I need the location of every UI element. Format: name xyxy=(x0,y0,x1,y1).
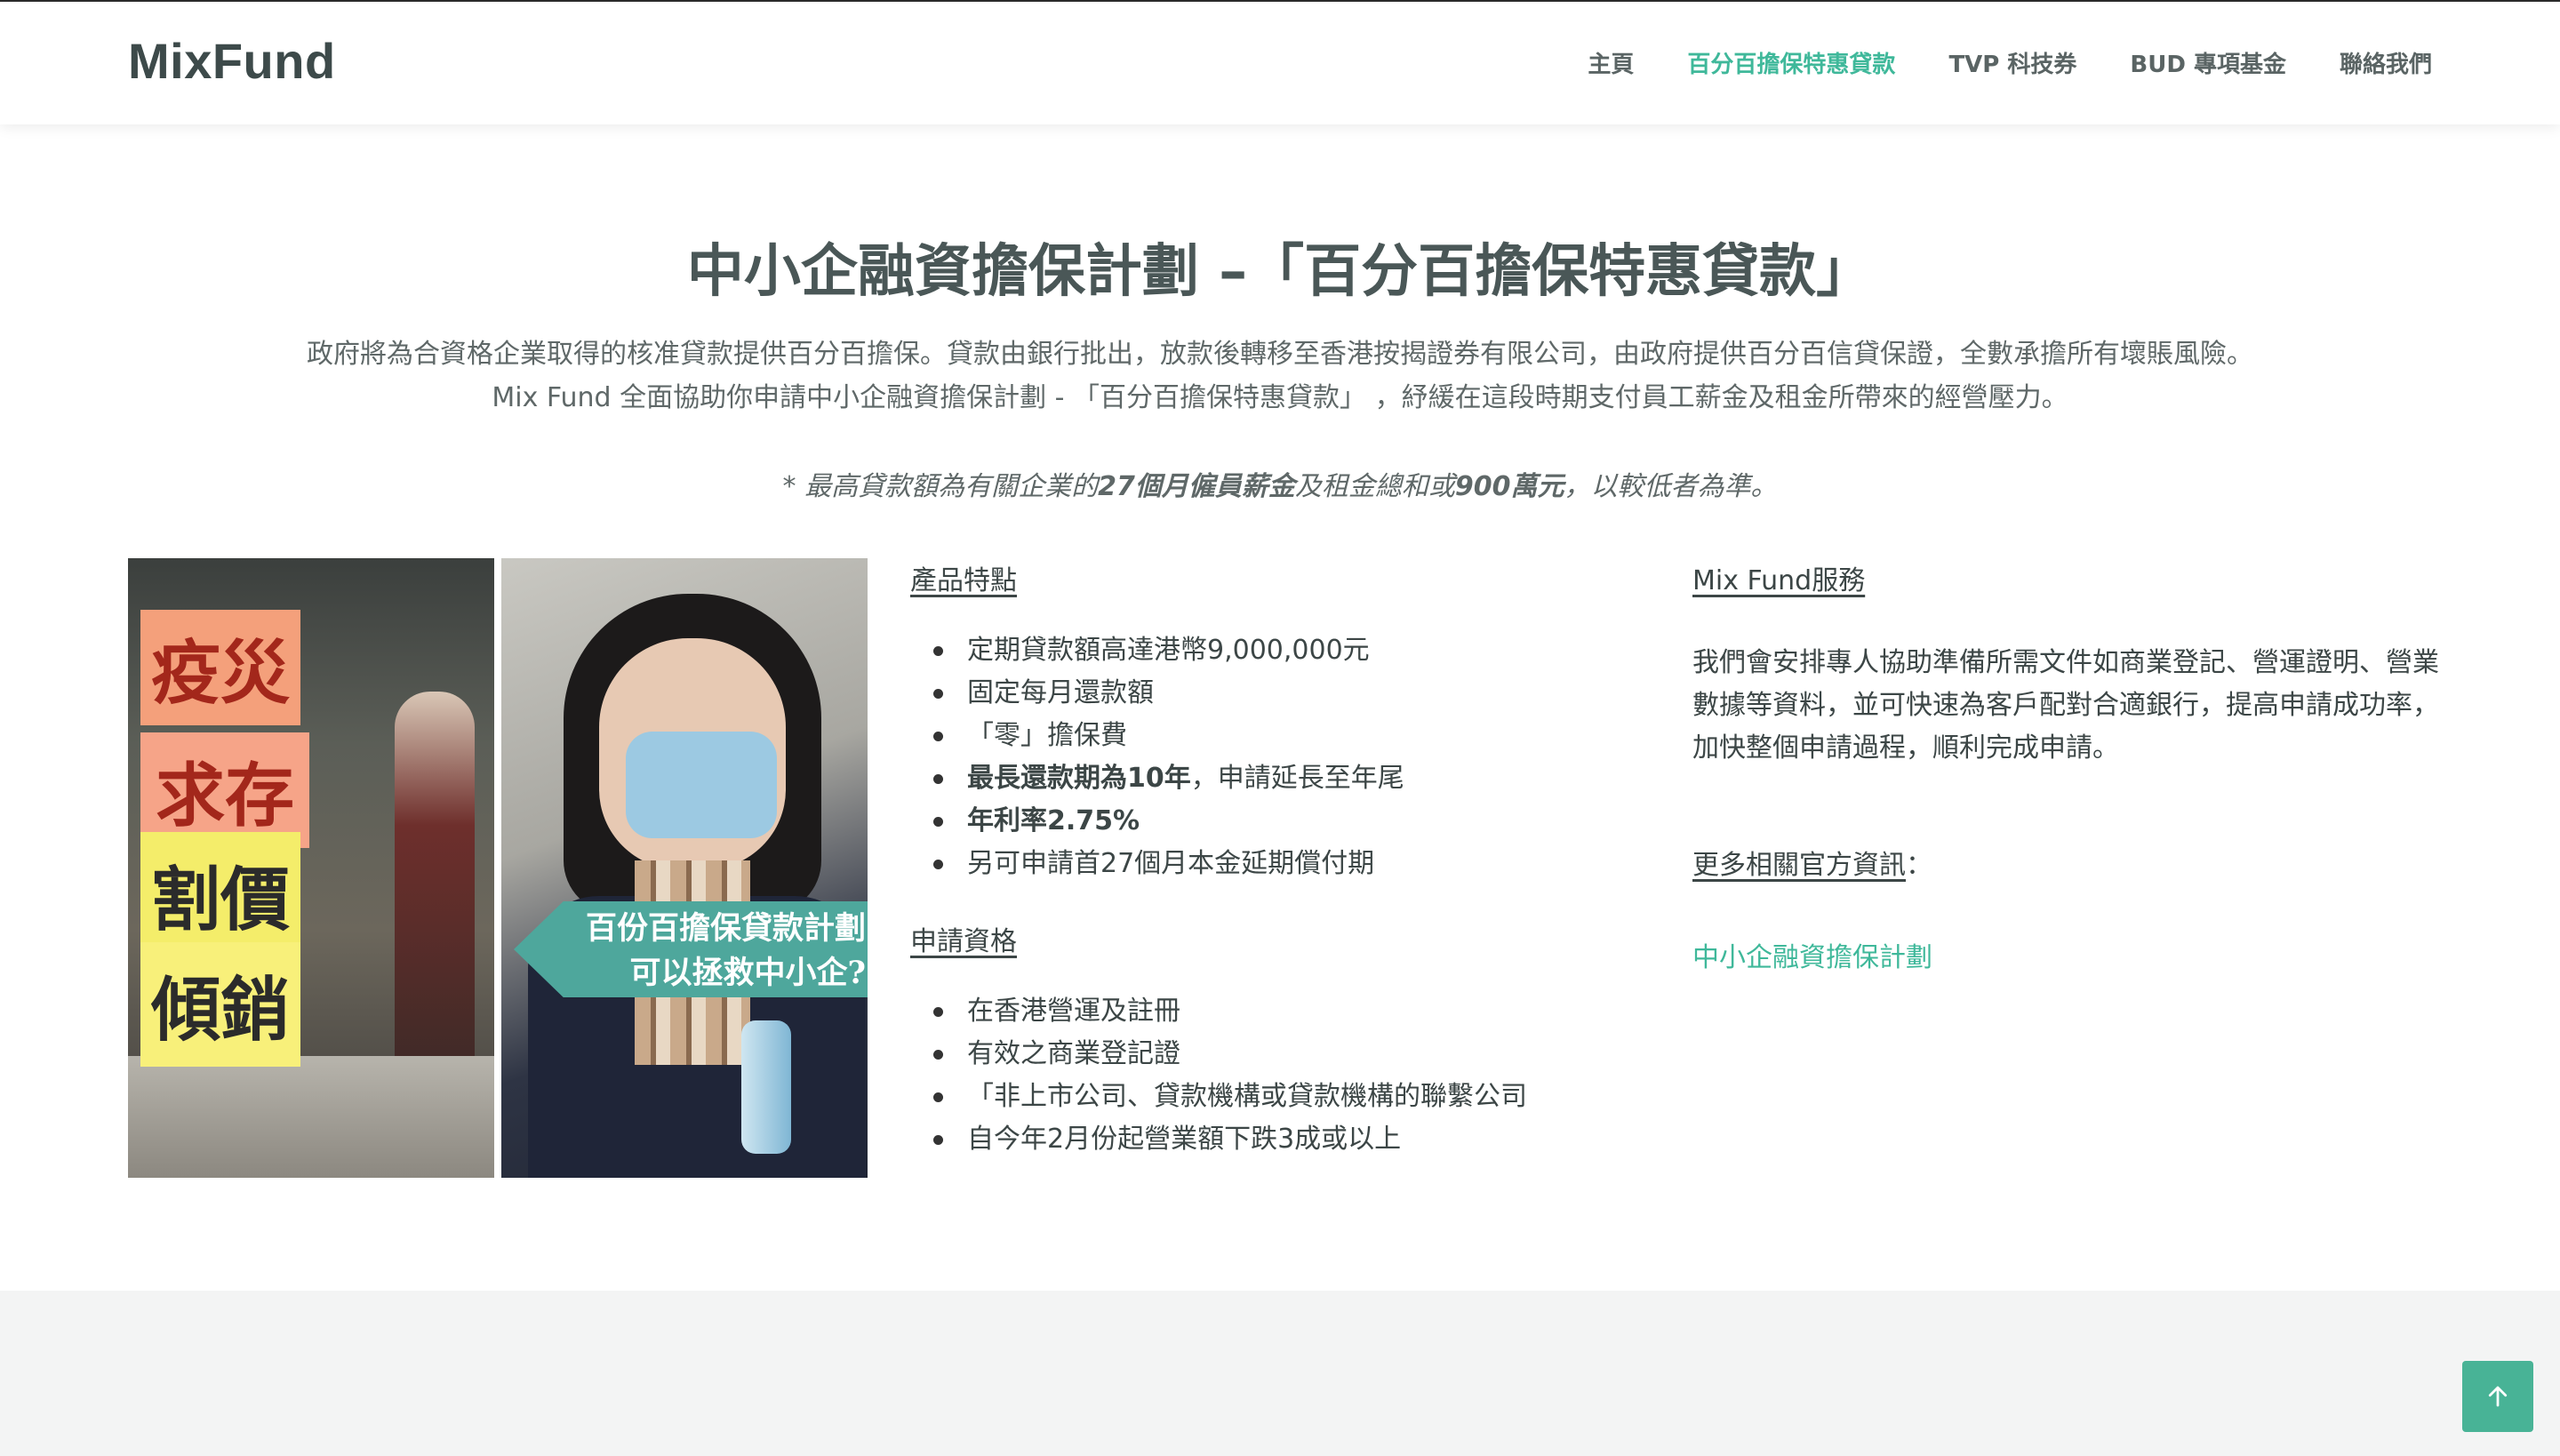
banner-line-2: 可以拯救中小企? xyxy=(629,955,866,991)
feature-text: 定期貸款額高達港幣9,000,000元 xyxy=(967,635,1370,666)
service-heading: Mix Fund服務 xyxy=(1692,565,1866,596)
more-info-colon: ： xyxy=(1906,850,1932,881)
eligibility-list: 在香港營運及註冊 有效之商業登記證 「非上市公司、貸款機構或貸款機構的聯繫公司 … xyxy=(910,990,1639,1161)
feature-bold: 最長還款期為10年 xyxy=(967,763,1191,794)
arrow-up-icon xyxy=(2488,1386,2508,1407)
mannequin-shape xyxy=(395,692,475,1074)
nav-bud[interactable]: BUD 專項基金 xyxy=(2130,46,2286,79)
list-item: 在香港營運及註冊 xyxy=(910,990,1639,1033)
feature-text: ，申請延長至年尾 xyxy=(1190,763,1404,794)
intro-text: 政府將為合資格企業取得的核准貸款提供百分百擔保。貸款由銀行批出，放款後轉移至香港… xyxy=(0,332,2560,420)
note-bold-salary: 27個月僱員薪金 xyxy=(1098,471,1295,502)
sign-1: 疫災 xyxy=(140,610,300,725)
shop-window-photo: 疫災 求存 割價 傾銷 xyxy=(128,558,494,1178)
note-part-3: ，以較低者為準。 xyxy=(1564,471,1778,502)
eligibility-heading: 申請資格 xyxy=(910,926,1017,957)
list-item: 年利率2.75% xyxy=(910,800,1639,843)
banner-line-1: 百份百擔保貸款計劃 xyxy=(585,910,866,947)
feature-bold: 年利率2.75% xyxy=(967,805,1140,836)
page-title: 中小企融資擔保計劃 –「百分百擔保特惠貸款」 xyxy=(686,239,1874,305)
shelf-shape xyxy=(128,1056,494,1178)
note-part-2: 及租金總和或 xyxy=(1294,471,1455,502)
note-part-1: * 最高貸款額為有關企業的 xyxy=(782,471,1099,502)
logo[interactable]: MixFund xyxy=(128,32,336,90)
main-nav: 主頁 百分百擔保特惠貸款 TVP 科技券 BUD 專項基金 聯絡我們 xyxy=(1588,46,2432,79)
features-heading: 產品特點 xyxy=(910,565,1017,596)
feature-text: 「零」擔保費 xyxy=(967,720,1127,751)
more-info-text: 更多相關官方資訊 xyxy=(1692,850,1906,881)
more-info-label: 更多相關官方資訊： xyxy=(1692,843,2439,882)
list-item: 「非上市公司、貸款機構或貸款機構的聯繫公司 xyxy=(910,1076,1639,1118)
features-list: 定期貸款額高達港幣9,000,000元 固定每月還款額 「零」擔保費 最長還款期… xyxy=(910,629,1639,885)
feature-text: 固定每月還款額 xyxy=(967,677,1154,708)
list-item: 最長還款期為10年，申請延長至年尾 xyxy=(910,757,1639,800)
feature-text: 另可申請首27個月本金延期償付期 xyxy=(967,848,1375,879)
list-item: 「零」擔保費 xyxy=(910,715,1639,757)
list-item: 另可申請首27個月本金延期償付期 xyxy=(910,843,1639,885)
service-column: Mix Fund服務 我們會安排專人協助準備所需文件如商業登記、營運證明、營業數… xyxy=(1692,558,2439,974)
banner-text: 百份百擔保貸款計劃 可以拯救中小企? xyxy=(546,907,866,996)
nav-guarantee-loan[interactable]: 百分百擔保特惠貸款 xyxy=(1687,46,1895,79)
site-header: MixFund 主頁 百分百擔保特惠貸款 TVP 科技券 BUD 專項基金 聯絡… xyxy=(0,2,2560,124)
footer-band xyxy=(0,1291,2560,1456)
list-item: 有效之商業登記證 xyxy=(910,1033,1639,1076)
list-item: 自今年2月份起營業額下跌3成或以上 xyxy=(910,1118,1639,1161)
official-scheme-link[interactable]: 中小企融資擔保計劃 xyxy=(1692,935,1932,974)
note-bold-amount: 900萬元 xyxy=(1454,471,1564,502)
list-item: 定期貸款額高達港幣9,000,000元 xyxy=(910,629,1639,672)
nav-home[interactable]: 主頁 xyxy=(1588,46,1634,79)
nav-tvp[interactable]: TVP 科技券 xyxy=(1948,46,2076,79)
intro-line-2: Mix Fund 全面協助你申請中小企融資擔保計劃 - 「百分百擔保特惠貸款」 … xyxy=(492,382,2068,413)
service-description: 我們會安排專人協助準備所需文件如商業登記、營運證明、營業數據等資料，並可快速為客… xyxy=(1692,647,2439,764)
nav-contact[interactable]: 聯絡我們 xyxy=(2340,46,2432,79)
photo-banner-layer: 百份百擔保貸款計劃 可以拯救中小企? xyxy=(501,558,868,1178)
sign-2: 求存 xyxy=(140,732,309,848)
sign-3: 割價 xyxy=(140,832,300,956)
intro-line-1: 政府將為合資格企業取得的核准貸款提供百分百擔保。貸款由銀行批出，放款後轉移至香港… xyxy=(307,339,2253,370)
loan-limit-note: * 最高貸款額為有關企業的27個月僱員薪金及租金總和或900萬元，以較低者為準。 xyxy=(0,464,2560,503)
product-column: 產品特點 定期貸款額高達港幣9,000,000元 固定每月還款額 「零」擔保費 … xyxy=(910,558,1639,1161)
sign-4: 傾銷 xyxy=(140,942,300,1067)
back-to-top-button[interactable] xyxy=(2462,1361,2533,1432)
photo-divider xyxy=(494,558,501,1178)
list-item: 固定每月還款額 xyxy=(910,672,1639,715)
